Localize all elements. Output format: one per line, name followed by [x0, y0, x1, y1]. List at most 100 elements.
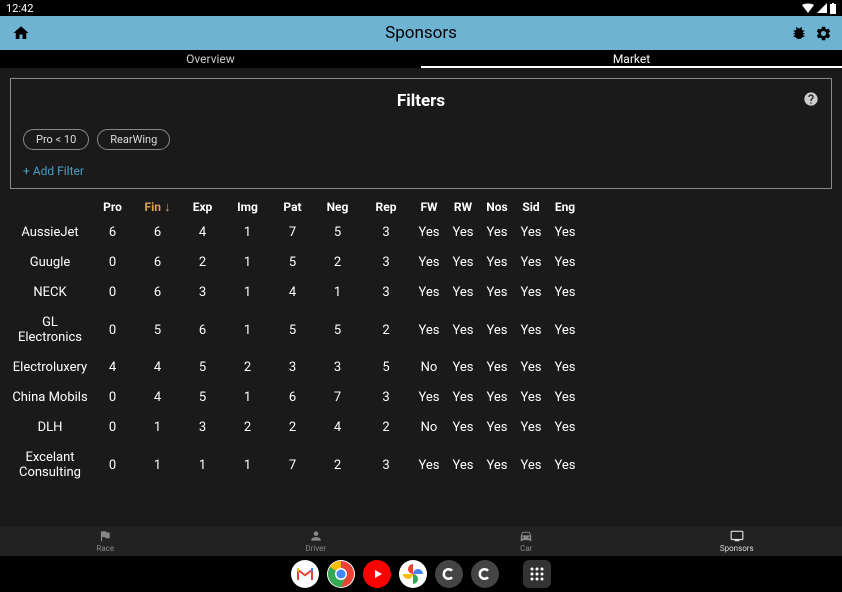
- gmail-icon: [296, 567, 314, 581]
- cell: 6: [180, 323, 225, 338]
- tab-market[interactable]: Market: [421, 50, 842, 68]
- status-bar: 12:42: [0, 0, 842, 16]
- dock-app-1[interactable]: [435, 560, 463, 588]
- dock-chrome[interactable]: [327, 560, 355, 588]
- cell: Yes: [412, 285, 446, 300]
- table-header: ProFin ↓ExpImgPatNegRepFWRWNosSidEng: [10, 199, 832, 215]
- cell: Yes: [446, 323, 480, 338]
- cell: Yes: [446, 255, 480, 270]
- cell: Yes: [548, 420, 582, 435]
- column-header[interactable]: Nos: [480, 200, 514, 214]
- cell: 0: [90, 458, 135, 473]
- cell: 5: [180, 360, 225, 375]
- cell: 6: [270, 390, 315, 405]
- cell: Yes: [514, 360, 548, 375]
- cell: 2: [360, 420, 412, 435]
- cell: 4: [315, 420, 360, 435]
- column-header[interactable]: Fin ↓: [135, 199, 180, 215]
- filter-chip[interactable]: RearWing: [97, 129, 170, 150]
- cell: Yes: [412, 390, 446, 405]
- dock-photos[interactable]: [399, 560, 427, 588]
- dock-gmail[interactable]: [291, 560, 319, 588]
- cell: 0: [90, 285, 135, 300]
- table-row[interactable]: Excelant Consulting0111723YesYesYesYesYe…: [10, 450, 832, 480]
- dock-youtube[interactable]: [363, 560, 391, 588]
- add-filter-button[interactable]: + Add Filter: [23, 164, 819, 178]
- dock-apps-drawer[interactable]: [523, 560, 551, 588]
- cell: 3: [360, 225, 412, 240]
- table-row[interactable]: NECK0631413YesYesYesYesYes: [10, 285, 832, 300]
- status-time: 12:42: [6, 2, 33, 15]
- cell: 5: [135, 323, 180, 338]
- billboard-icon: [730, 529, 744, 543]
- cell: 3: [360, 255, 412, 270]
- nav-driver[interactable]: Driver: [211, 526, 422, 556]
- cell: 4: [270, 285, 315, 300]
- column-header[interactable]: Sid: [514, 200, 548, 214]
- nav-label: Car: [520, 544, 532, 553]
- cell: 3: [180, 420, 225, 435]
- table-row[interactable]: Electroluxery4452335NoYesYesYesYes: [10, 360, 832, 375]
- cell: 0: [90, 390, 135, 405]
- cell: 3: [270, 360, 315, 375]
- nav-sponsors[interactable]: Sponsors: [632, 526, 842, 556]
- nav-label: Sponsors: [720, 544, 754, 553]
- column-header[interactable]: Img: [225, 200, 270, 214]
- cell: 6: [135, 255, 180, 270]
- column-header[interactable]: RW: [446, 200, 480, 214]
- sponsor-name: China Mobils: [10, 390, 90, 405]
- cell: Yes: [514, 458, 548, 473]
- cell: 5: [315, 323, 360, 338]
- cell: 4: [135, 390, 180, 405]
- tab-overview[interactable]: Overview: [0, 50, 421, 68]
- filter-chip[interactable]: Pro < 10: [23, 129, 89, 150]
- cell: 3: [360, 458, 412, 473]
- column-header[interactable]: Exp: [180, 200, 225, 214]
- app-bar: Sponsors: [0, 16, 842, 50]
- cell: 5: [270, 255, 315, 270]
- cell: 0: [90, 323, 135, 338]
- table-row[interactable]: AussieJet6641753YesYesYesYesYes: [10, 225, 832, 240]
- dock-app-2[interactable]: [471, 560, 499, 588]
- cell: 3: [360, 390, 412, 405]
- home-button[interactable]: [12, 24, 30, 42]
- cell: 2: [225, 360, 270, 375]
- cell: 6: [135, 225, 180, 240]
- battery-icon: [830, 3, 836, 14]
- nav-race[interactable]: Race: [0, 526, 211, 556]
- cell: Yes: [548, 360, 582, 375]
- nav-label: Race: [96, 544, 114, 553]
- cell: 1: [225, 323, 270, 338]
- column-header[interactable]: Eng: [548, 200, 582, 214]
- column-header[interactable]: FW: [412, 200, 446, 214]
- sponsor-name: NECK: [10, 285, 90, 300]
- nav-car[interactable]: Car: [421, 526, 632, 556]
- table-row[interactable]: China Mobils0451673YesYesYesYesYes: [10, 390, 832, 405]
- filter-chips: Pro < 10 RearWing: [23, 129, 819, 150]
- cell: Yes: [446, 420, 480, 435]
- cell: Yes: [412, 458, 446, 473]
- column-header[interactable]: Pat: [270, 200, 315, 214]
- cell: 3: [180, 285, 225, 300]
- column-header[interactable]: Rep: [360, 200, 412, 214]
- cell: Yes: [548, 285, 582, 300]
- cell: 2: [315, 458, 360, 473]
- cell: Yes: [514, 225, 548, 240]
- dock: [0, 556, 842, 592]
- column-header[interactable]: Pro: [90, 200, 135, 214]
- settings-button[interactable]: [815, 25, 832, 42]
- table-row[interactable]: DLH0132242NoYesYesYesYes: [10, 420, 832, 435]
- cell: Yes: [548, 255, 582, 270]
- cell: 4: [90, 360, 135, 375]
- cell: Yes: [548, 225, 582, 240]
- cell: Yes: [480, 420, 514, 435]
- bug-button[interactable]: [791, 25, 807, 42]
- cell: Yes: [446, 458, 480, 473]
- cell: 2: [225, 420, 270, 435]
- table-row[interactable]: GL Electronics0561552YesYesYesYesYes: [10, 315, 832, 345]
- column-header[interactable]: Neg: [315, 200, 360, 214]
- filters-title: Filters: [23, 91, 819, 111]
- help-icon: [803, 91, 819, 107]
- help-button[interactable]: [803, 91, 819, 107]
- table-row[interactable]: Guugle0621523YesYesYesYesYes: [10, 255, 832, 270]
